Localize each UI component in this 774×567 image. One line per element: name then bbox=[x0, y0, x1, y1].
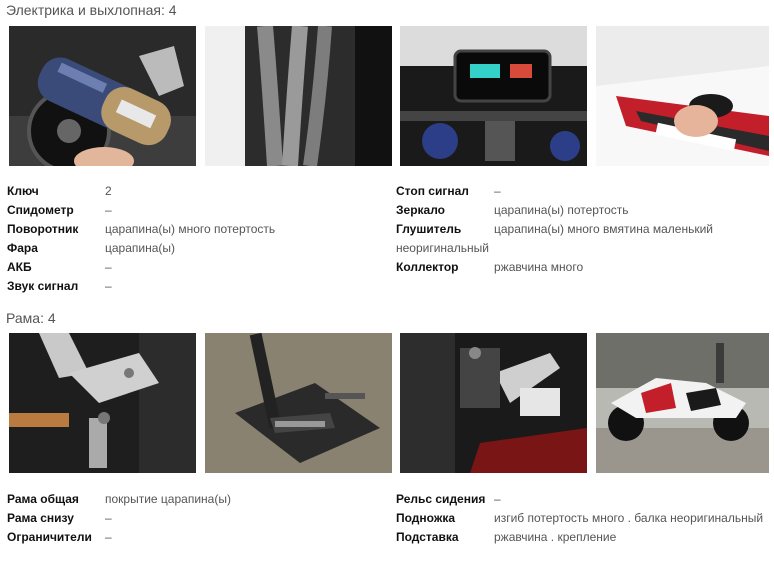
spec-value: – bbox=[105, 279, 112, 293]
spec-row: Ключ 2 bbox=[7, 183, 387, 200]
spec-label: Подножка bbox=[396, 511, 456, 525]
spec-value: ржавчина много bbox=[494, 260, 584, 274]
spec-row: Стоп сигнал – bbox=[396, 183, 772, 200]
spec-value: покрытие царапина(ы) bbox=[105, 492, 231, 506]
spec-label: Зеркало bbox=[396, 203, 445, 217]
spec-label: Стоп сигнал bbox=[396, 184, 469, 198]
section-title-electrics: Электрика и выхлопная: 4 bbox=[6, 2, 177, 18]
spec-label: АКБ bbox=[7, 260, 32, 274]
spec-label: Глушитель bbox=[396, 222, 462, 236]
spec-label: Рама общая bbox=[7, 492, 79, 506]
spec-value: царапина(ы) bbox=[105, 241, 176, 255]
spec-row: АКБ – bbox=[7, 259, 387, 276]
spec-value: – bbox=[105, 203, 112, 217]
spec-value: царапина(ы) много вмятина маленький bbox=[494, 222, 713, 236]
spec-value: неоригинальный bbox=[396, 241, 489, 255]
spec-label: Подставка bbox=[396, 530, 459, 544]
kickstand-plate-photo[interactable] bbox=[205, 333, 392, 473]
spec-row: Коллектор ржавчина много bbox=[396, 259, 772, 276]
spec-value: царапина(ы) потертость bbox=[494, 203, 629, 217]
spec-value: – bbox=[494, 492, 501, 506]
spec-label: Звук сигнал bbox=[7, 279, 79, 293]
spec-label: Спидометр bbox=[7, 203, 74, 217]
spec-row: Звук сигнал – bbox=[7, 278, 387, 295]
spec-row: Рельс сидения – bbox=[396, 491, 772, 508]
turn-signal-photo[interactable] bbox=[596, 26, 769, 166]
spec-label: Коллектор bbox=[396, 260, 459, 274]
spec-value: изгиб потертость много . балка неоригина… bbox=[494, 511, 764, 525]
spec-row: Ограничители – bbox=[7, 529, 387, 546]
section-title-frame: Рама: 4 bbox=[6, 310, 56, 326]
spec-value: ржавчина . крепление bbox=[494, 530, 617, 544]
spec-value: царапина(ы) много потертость bbox=[105, 222, 276, 236]
spec-value: – bbox=[105, 530, 112, 544]
exhaust-muffler-photo[interactable] bbox=[9, 26, 196, 166]
exhaust-headers-photo[interactable] bbox=[205, 26, 392, 166]
spec-row: Подставка ржавчина . крепление bbox=[396, 529, 772, 546]
spec-row: Глушитель царапина(ы) много вмятина мале… bbox=[396, 221, 772, 238]
spec-label: Фара bbox=[7, 241, 38, 255]
spec-value: – bbox=[105, 260, 112, 274]
spec-row-continuation: неоригинальный bbox=[396, 240, 772, 257]
spec-value: – bbox=[105, 511, 112, 525]
spec-value: 2 bbox=[105, 184, 112, 198]
spec-label: Поворотник bbox=[7, 222, 79, 236]
spec-row: Рама снизу – bbox=[7, 510, 387, 527]
spec-row: Зеркало царапина(ы) потертость bbox=[396, 202, 772, 219]
spec-label: Ограничители bbox=[7, 530, 92, 544]
spec-row: Подножка изгиб потертость много . балка … bbox=[396, 510, 772, 527]
spec-label: Ключ bbox=[7, 184, 39, 198]
frame-side-photo[interactable] bbox=[400, 333, 587, 473]
spec-value: – bbox=[494, 184, 501, 198]
spec-row: Фара царапина(ы) bbox=[7, 240, 387, 257]
spec-row: Спидометр – bbox=[7, 202, 387, 219]
spec-row: Рама общая покрытие царапина(ы) bbox=[7, 491, 387, 508]
motorcycle-full-photo[interactable] bbox=[596, 333, 769, 473]
dashboard-photo[interactable] bbox=[400, 26, 587, 166]
spec-label: Рама снизу bbox=[7, 511, 74, 525]
footpeg-bracket-photo[interactable] bbox=[9, 333, 196, 473]
spec-row: Поворотник царапина(ы) много потертость bbox=[7, 221, 387, 238]
spec-label: Рельс сидения bbox=[396, 492, 486, 506]
